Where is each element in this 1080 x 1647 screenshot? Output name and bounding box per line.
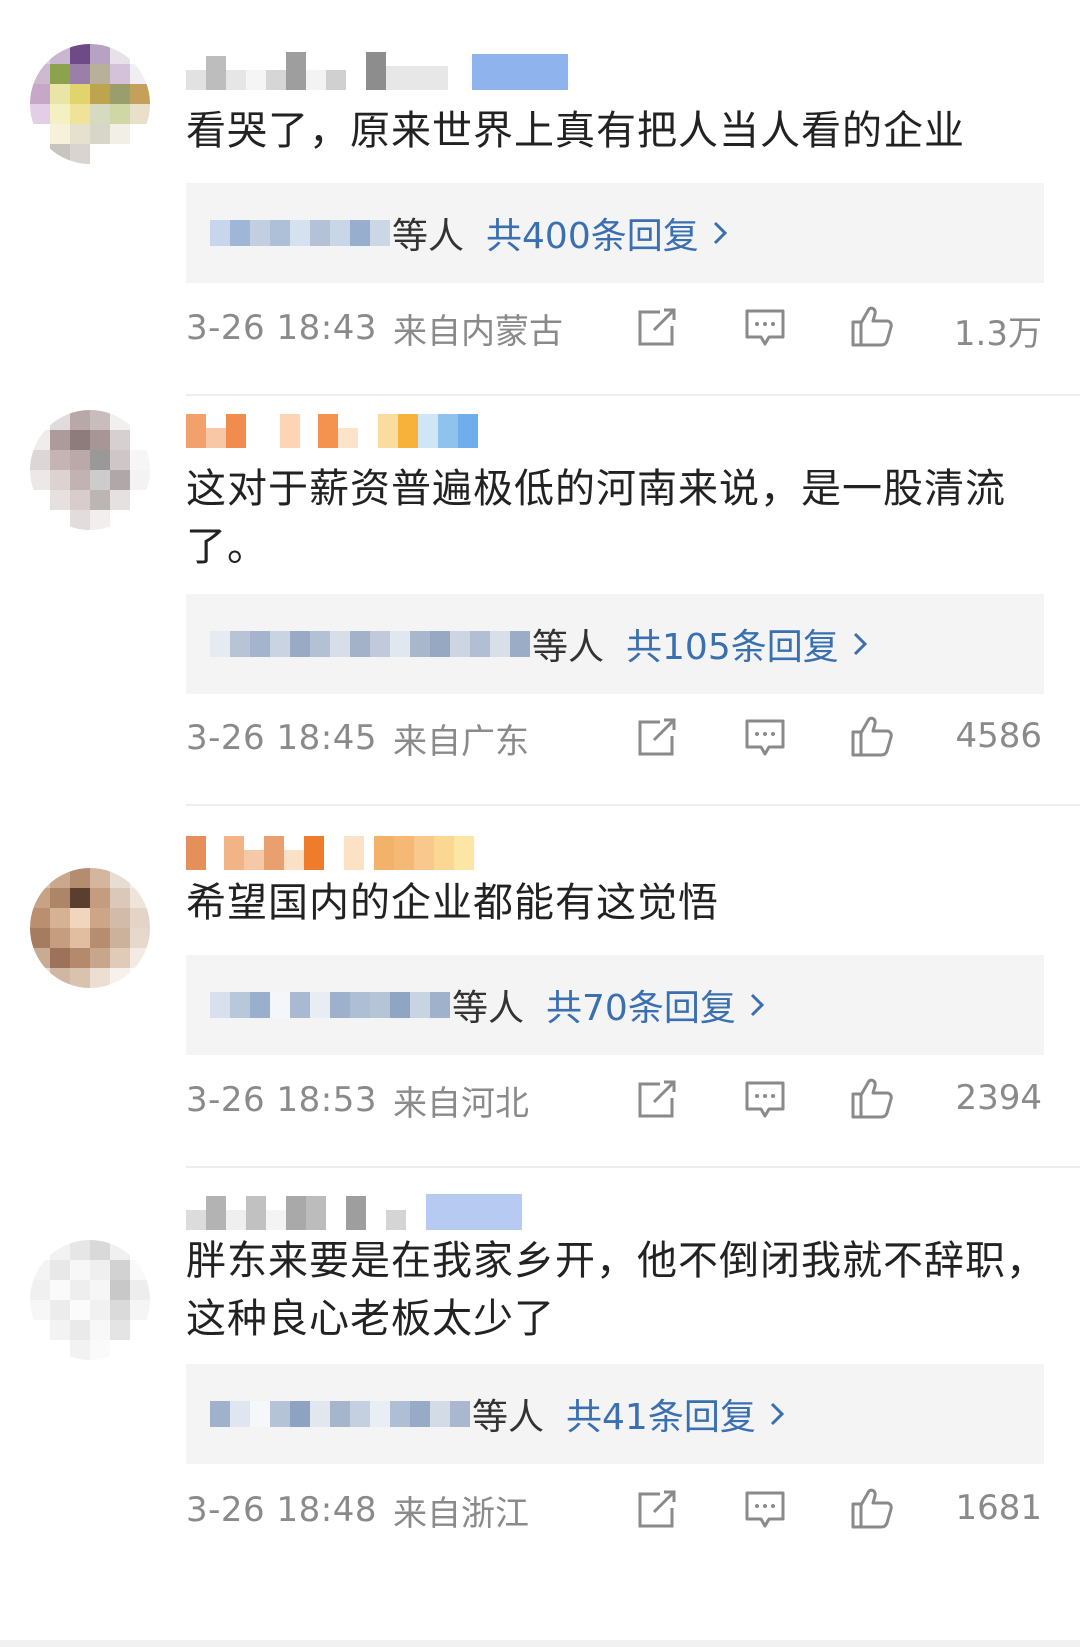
- replier-names-redacted: [210, 627, 530, 661]
- replier-etc: 等人: [392, 216, 465, 257]
- timestamp: 3-26 18:43: [186, 308, 377, 348]
- share-icon[interactable]: [636, 1080, 678, 1120]
- divider: [186, 1166, 1080, 1168]
- chevron-right-icon: [750, 993, 764, 1017]
- chevron-right-icon: [853, 632, 867, 656]
- username-redacted[interactable]: [186, 48, 568, 90]
- reply-preview[interactable]: 等人 共41条回复: [186, 1364, 1044, 1464]
- share-icon[interactable]: [636, 308, 678, 348]
- like-count: 4586: [955, 716, 1042, 756]
- comment-meta: 3-26 18:53 来自河北 2394: [186, 1070, 1044, 1130]
- comment-text: 看哭了，原来世界上真有把人当人看的企业: [186, 108, 965, 154]
- reply-preview[interactable]: 等人 共400条回复: [186, 183, 1044, 283]
- username-redacted[interactable]: [186, 406, 478, 448]
- replier-etc: 等人: [472, 1397, 545, 1438]
- comment-text: 这对于薪资普遍极低的河南来说，是一股清流了。: [186, 466, 1006, 570]
- share-icon[interactable]: [636, 1490, 678, 1530]
- replier-etc: 等人: [452, 988, 525, 1029]
- comment-meta: 3-26 18:43 来自内蒙古 1.3万: [186, 298, 1044, 358]
- username-redacted[interactable]: [186, 1188, 522, 1230]
- reply-total-label: 共41条回复: [566, 1397, 756, 1438]
- like-count: 2394: [955, 1078, 1042, 1118]
- comment-meta: 3-26 18:48 来自浙江 1681: [186, 1480, 1044, 1540]
- reply-total-label: 共70条回复: [546, 988, 736, 1029]
- replier-etc: 等人: [532, 627, 605, 668]
- comment-icon[interactable]: [744, 718, 786, 758]
- chevron-right-icon: [770, 1402, 784, 1426]
- reply-preview[interactable]: 等人 共70条回复: [186, 955, 1044, 1055]
- comment-meta: 3-26 18:45 来自广东 4586: [186, 708, 1044, 768]
- replier-names-redacted: [210, 988, 450, 1022]
- thumbs-up-icon[interactable]: [850, 714, 894, 758]
- chevron-right-icon: [713, 221, 727, 245]
- reply-total-link[interactable]: 共70条回复: [546, 979, 764, 1031]
- location: 来自浙江: [392, 1493, 529, 1534]
- avatar[interactable]: [30, 410, 150, 530]
- thumbs-up-icon[interactable]: [850, 304, 894, 348]
- like-count: 1681: [955, 1488, 1042, 1528]
- comment-feed: 看哭了，原来世界上真有把人当人看的企业 等人 共400条回复 3-26 18:4…: [0, 0, 1080, 1647]
- timestamp: 3-26 18:53: [186, 1080, 377, 1120]
- timestamp: 3-26 18:45: [186, 718, 377, 758]
- like-count: 1.3万: [953, 314, 1042, 354]
- avatar[interactable]: [30, 44, 150, 164]
- divider: [186, 394, 1080, 396]
- thumbs-up-icon[interactable]: [850, 1076, 894, 1120]
- divider: [186, 804, 1080, 806]
- replier-names-redacted: [210, 216, 390, 250]
- replier-names-redacted: [210, 1397, 470, 1431]
- reply-total-link[interactable]: 共400条回复: [486, 207, 727, 259]
- location: 来自内蒙古: [392, 311, 563, 352]
- comment-icon[interactable]: [744, 1080, 786, 1120]
- location: 来自广东: [392, 721, 529, 762]
- avatar[interactable]: [30, 1240, 150, 1360]
- comment-text: 希望国内的企业都能有这觉悟: [186, 880, 719, 926]
- share-icon[interactable]: [636, 718, 678, 758]
- comment-icon[interactable]: [744, 1490, 786, 1530]
- reply-total-link[interactable]: 共41条回复: [566, 1388, 784, 1440]
- avatar[interactable]: [30, 868, 150, 988]
- comment-text: 胖东来要是在我家乡开，他不倒闭我就不辞职，这种良心老板太少了: [186, 1238, 1047, 1342]
- location: 来自河北: [392, 1083, 529, 1124]
- reply-total-label: 共400条回复: [486, 216, 699, 257]
- comment-icon[interactable]: [744, 308, 786, 348]
- reply-preview[interactable]: 等人 共105条回复: [186, 594, 1044, 694]
- timestamp: 3-26 18:48: [186, 1490, 377, 1530]
- bottom-divider: [0, 1640, 1080, 1647]
- thumbs-up-icon[interactable]: [850, 1486, 894, 1530]
- reply-total-link[interactable]: 共105条回复: [626, 618, 867, 670]
- username-redacted[interactable]: [186, 828, 474, 870]
- reply-total-label: 共105条回复: [626, 627, 839, 668]
